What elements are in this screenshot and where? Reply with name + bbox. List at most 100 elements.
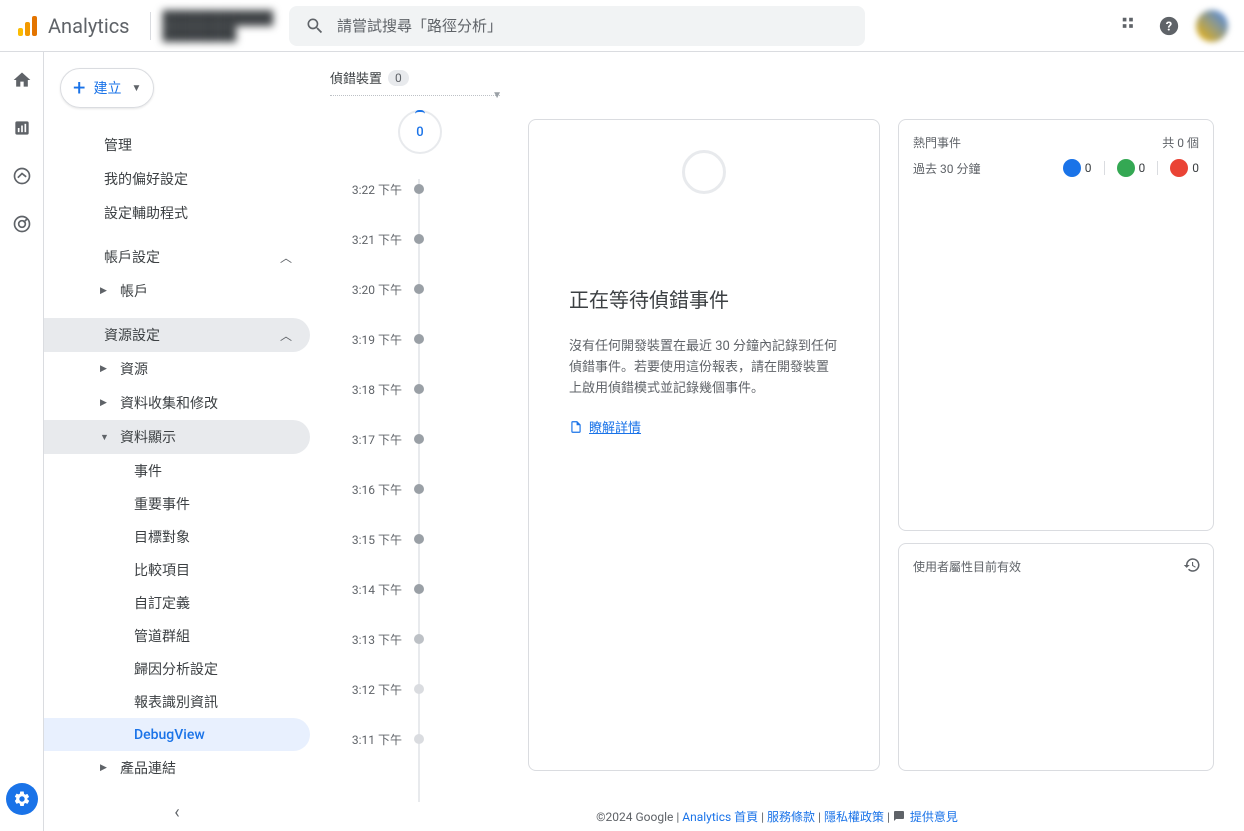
timeline-time: 3:19 下午 [330, 331, 402, 348]
timeline-dot [414, 484, 424, 494]
sidebar-item-events[interactable]: 事件 [44, 454, 310, 487]
history-icon[interactable] [1183, 556, 1201, 574]
sidebar-item-data-collection[interactable]: ▶ 資料收集和修改 [44, 386, 310, 420]
timeline-row[interactable]: 3:18 下午 [330, 364, 510, 414]
feedback-icon [893, 810, 905, 825]
header-icons: ? [1120, 10, 1228, 42]
timeline-row[interactable]: 3:13 下午 [330, 614, 510, 664]
explore-icon[interactable] [10, 164, 34, 188]
footer-home-link[interactable]: Analytics 首頁 [682, 810, 758, 824]
timeline-time: 3:20 下午 [330, 281, 402, 298]
sidebar-item-channel-groups[interactable]: 管道群組 [44, 619, 310, 652]
sidebar-section-property-settings[interactable]: 資源設定 ︿ [44, 318, 310, 352]
main-content: 偵錯裝置 0 ▼ 0 3:22 下午 3:21 下午 3:20 下午 3:19 下午 3… [310, 52, 1244, 831]
document-icon [569, 420, 583, 434]
footer-feedback-link[interactable]: 提供意見 [910, 810, 958, 824]
search-icon [305, 16, 325, 36]
debug-device-label: 偵錯裝置 [330, 68, 382, 87]
caret-right-icon: ▶ [100, 364, 107, 374]
header: Analytics ████████████████████ 請嘗試搜尋「路徑分… [0, 0, 1244, 52]
sidebar-item-attribution[interactable]: 歸因分析設定 [44, 652, 310, 685]
footer: ©2024 Google | Analytics 首頁 | 服務條款 | 隱私權… [330, 802, 1224, 831]
chevron-up-icon: ︿ [280, 327, 292, 344]
divider [150, 12, 151, 40]
timeline-dot [414, 334, 424, 344]
learn-more-link[interactable]: 瞭解詳情 [569, 417, 839, 436]
sidebar-item-prefs[interactable]: 我的偏好設定 [44, 162, 310, 196]
chevron-up-icon: ︿ [280, 249, 292, 266]
footer-tos-link[interactable]: 服務條款 [767, 810, 815, 824]
timeline-dot [414, 734, 424, 744]
sidebar-item-audiences[interactable]: 目標對象 [44, 520, 310, 553]
reports-icon[interactable] [10, 116, 34, 140]
home-icon[interactable] [10, 68, 34, 92]
timeline-time: 3:17 下午 [330, 431, 402, 448]
sidebar-item-setup-assist[interactable]: 設定輔助程式 [44, 196, 310, 230]
timeline-row[interactable]: 3:22 下午 [330, 164, 510, 214]
top-events-total: 共 0 個 [1162, 134, 1199, 151]
sidebar-item-manage[interactable]: 管理 [44, 128, 310, 162]
timeline-time: 3:18 下午 [330, 381, 402, 398]
sidebar-item-custom-def[interactable]: 自訂定義 [44, 586, 310, 619]
timeline-time: 3:15 下午 [330, 531, 402, 548]
timeline-dot [414, 234, 424, 244]
sidebar-item-comparisons[interactable]: 比較項目 [44, 553, 310, 586]
property-selector[interactable]: ████████████████████ [163, 10, 274, 42]
timeline: ▼ 0 3:22 下午 3:21 下午 3:20 下午 3:19 下午 3:18 下午 3… [330, 91, 510, 802]
apps-icon[interactable] [1120, 15, 1142, 37]
avatar[interactable] [1196, 10, 1228, 42]
timeline-row[interactable]: 3:14 下午 [330, 564, 510, 614]
logo[interactable]: Analytics [16, 14, 130, 38]
timeline-dot [414, 634, 424, 644]
sidebar-item-reporting-identity[interactable]: 報表識別資訊 [44, 685, 310, 718]
waiting-card: 正在等待偵錯事件 沒有任何開發裝置在最近 30 分鐘內記錄到任何偵錯事件。若要使… [528, 119, 880, 771]
event-count-bubble: 0 [398, 110, 442, 154]
caret-down-icon: ▼ [100, 432, 109, 443]
timeline-row[interactable]: 3:20 下午 [330, 264, 510, 314]
timeline-dot [414, 184, 424, 194]
timeline-dot [414, 384, 424, 394]
timeline-dot [414, 534, 424, 544]
timeline-time: 3:13 下午 [330, 631, 402, 648]
event-tag-blue: 0 [1063, 159, 1092, 177]
timeline-time: 3:14 下午 [330, 581, 402, 598]
advertising-icon[interactable] [10, 212, 34, 236]
timeline-time: 3:21 下午 [330, 231, 402, 248]
brand-text: Analytics [48, 14, 130, 38]
timeline-row[interactable]: 3:12 下午 [330, 664, 510, 714]
admin-gear-button[interactable] [6, 783, 38, 815]
sidebar-item-data-display[interactable]: ▼ 資料顯示 [44, 420, 310, 454]
collapse-sidebar-button[interactable]: ‹ [174, 802, 179, 823]
sidebar-item-key-events[interactable]: 重要事件 [44, 487, 310, 520]
caret-right-icon: ▶ [100, 763, 107, 773]
timeline-row[interactable]: 3:15 下午 [330, 514, 510, 564]
timeline-row[interactable]: 3:19 下午 [330, 314, 510, 364]
timeline-time: 3:11 下午 [330, 731, 402, 748]
event-tag-green: 0 [1117, 159, 1146, 177]
timeline-handle[interactable]: ▼ [330, 95, 500, 96]
create-label: 建立 [93, 78, 121, 98]
timeline-row[interactable]: 3:11 下午 [330, 714, 510, 764]
timeline-time: 3:22 下午 [330, 181, 402, 198]
top-events-title: 熱門事件 [913, 134, 961, 151]
create-button[interactable]: + 建立 ▼ [60, 68, 154, 108]
sidebar-item-property[interactable]: ▶ 資源 [44, 352, 310, 386]
user-props-title: 使用者屬性目前有效 [913, 560, 1021, 574]
sidebar-item-product-links[interactable]: ▶ 產品連結 [44, 751, 310, 785]
help-icon[interactable]: ? [1158, 15, 1180, 37]
debug-device-bar[interactable]: 偵錯裝置 0 [330, 68, 1224, 87]
analytics-logo-icon [16, 14, 40, 38]
timeline-row[interactable]: 3:16 下午 [330, 464, 510, 514]
left-rail [0, 52, 44, 831]
sidebar-section-account-settings[interactable]: 帳戶設定 ︿ [44, 240, 310, 274]
search-input[interactable]: 請嘗試搜尋「路徑分析」 [289, 6, 865, 46]
sidebar: + 建立 ▼ 管理 我的偏好設定 設定輔助程式 帳戶設定 ︿ ▶ 帳戶 資源設定… [44, 52, 310, 831]
timeline-row[interactable]: 3:21 下午 [330, 214, 510, 264]
sidebar-item-account[interactable]: ▶ 帳戶 [44, 274, 310, 308]
sidebar-item-debugview[interactable]: DebugView [44, 718, 310, 751]
svg-text:?: ? [1166, 19, 1172, 34]
timeline-row[interactable]: 3:17 下午 [330, 414, 510, 464]
timeline-time: 3:12 下午 [330, 681, 402, 698]
top-events-panel: 熱門事件 共 0 個 過去 30 分鐘 0 0 0 [898, 119, 1214, 531]
footer-privacy-link[interactable]: 隱私權政策 [824, 810, 884, 824]
